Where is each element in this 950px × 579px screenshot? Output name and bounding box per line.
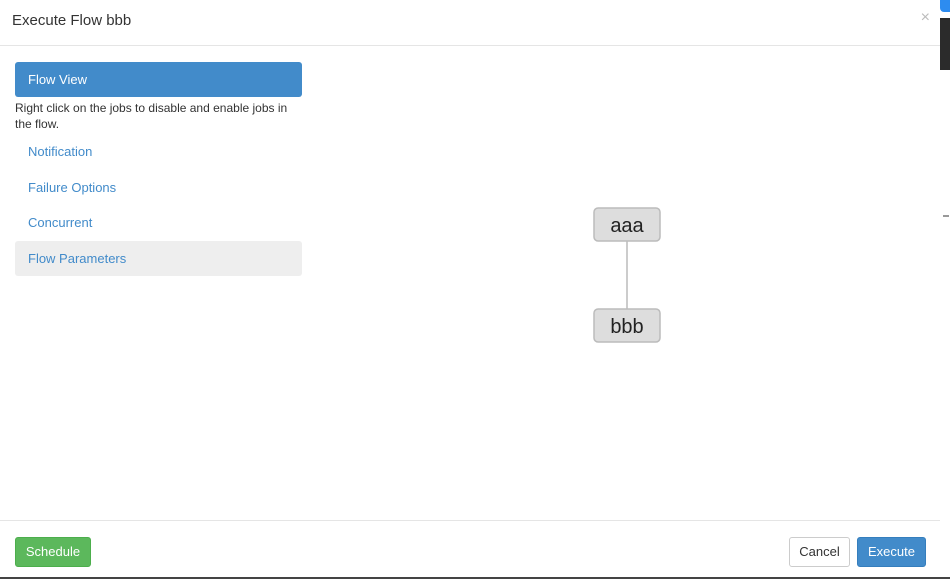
flow-view-help-text: Right click on the jobs to disable and e… xyxy=(15,101,288,131)
nav-item-notification[interactable]: Notification xyxy=(15,134,302,170)
dialog-header: Execute Flow bbb × xyxy=(0,0,940,46)
background-divider xyxy=(943,215,949,217)
job-node-label: bbb xyxy=(610,316,643,338)
job-node-label: aaa xyxy=(610,215,644,237)
close-icon[interactable]: × xyxy=(921,10,930,26)
nav-item-flow-parameters[interactable]: Flow Parameters xyxy=(15,241,302,276)
infinity-badge-icon xyxy=(940,0,950,12)
flow-graph-canvas: aaa bbb xyxy=(593,207,661,343)
execute-flow-dialog: Execute Flow bbb × Flow View Right click… xyxy=(0,0,940,579)
nav-item-failure-options[interactable]: Failure Options xyxy=(15,170,302,205)
nav-item-concurrent[interactable]: Concurrent xyxy=(15,205,302,241)
background-toolbar xyxy=(940,18,950,70)
job-node-bbb[interactable]: bbb xyxy=(593,308,661,343)
dialog-footer: Schedule Cancel Execute xyxy=(0,520,940,579)
job-node-aaa[interactable]: aaa xyxy=(593,207,661,242)
nav-item-flow-view[interactable]: Flow View xyxy=(15,62,302,97)
dialog-title: Execute Flow bbb xyxy=(12,12,132,29)
schedule-button[interactable]: Schedule xyxy=(15,537,91,567)
background-page-edge xyxy=(940,0,950,579)
execute-button[interactable]: Execute xyxy=(857,537,926,567)
execute-options-nav: Flow View Right click on the jobs to dis… xyxy=(15,62,302,276)
cancel-button[interactable]: Cancel xyxy=(789,537,850,567)
flow-graph: aaa bbb xyxy=(302,46,940,520)
